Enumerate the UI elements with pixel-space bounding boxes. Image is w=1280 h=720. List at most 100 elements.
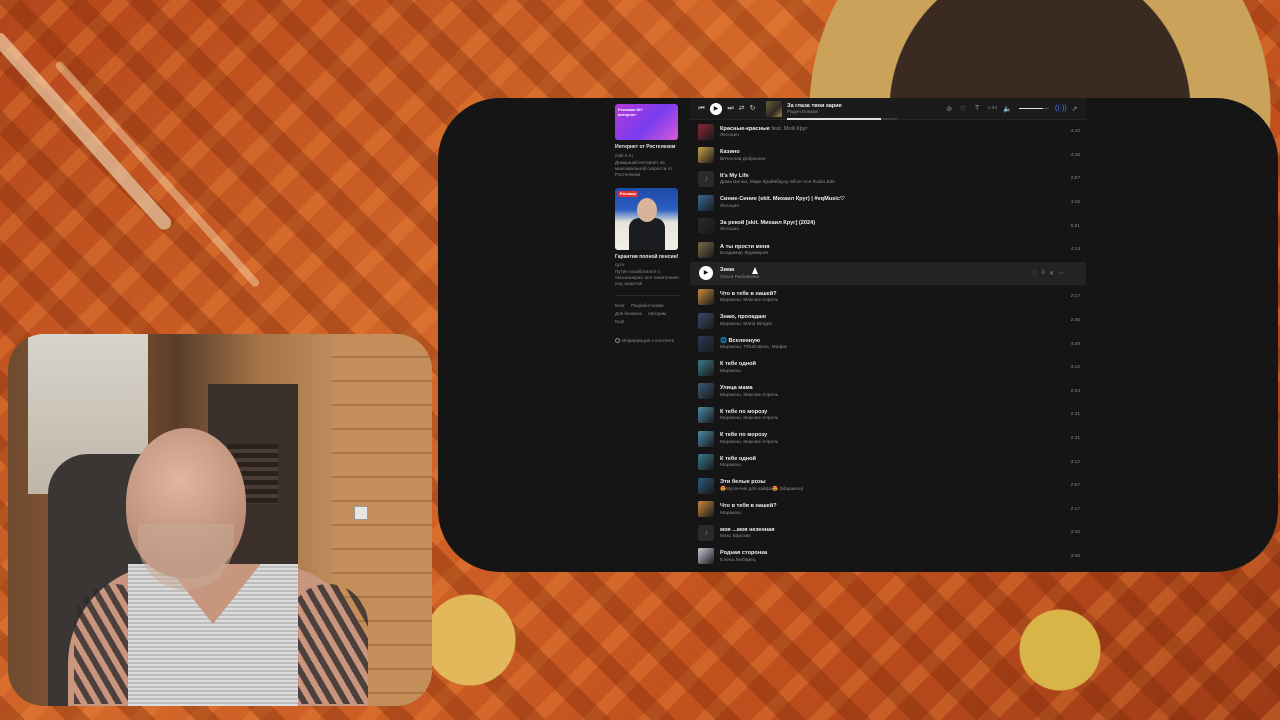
dislike-icon[interactable]: ✕ <box>1049 270 1054 277</box>
track-artist[interactable]: 😍Музончик для кайфа😍 (Маракеш) <box>720 487 1066 492</box>
track-artist[interactable]: Владимир Ждамиров <box>720 251 1066 256</box>
ad-image[interactable]: Реклама·18+ интернет <box>615 104 678 140</box>
now-playing-cover[interactable] <box>766 100 782 117</box>
track-title[interactable]: А ты прости меня <box>720 244 1066 250</box>
track-artist[interactable]: Лесоцин <box>720 227 1066 232</box>
track-row[interactable]: К тебе по морозу Маракеш, Максим Апрель 2:… <box>690 427 1086 451</box>
track-title[interactable]: К тебе одной <box>720 361 1066 367</box>
track-row[interactable]: ♪ моя ...моя незенная Макс Барских 3:42 <box>690 521 1086 545</box>
track-cover[interactable] <box>698 454 714 471</box>
track-title[interactable]: Что в тебе в нашей? <box>720 291 1066 297</box>
dislike-icon[interactable]: ⊘ <box>944 105 955 113</box>
more-icon[interactable]: ⋯ <box>1058 270 1064 277</box>
track-artist[interactable]: Дима Билан, Марк Крайвбауэр Silver Ace R… <box>720 180 1066 185</box>
track-row[interactable]: За рекой [skit. Михаил Круг] (2024) Лесоц… <box>690 214 1086 238</box>
track-cover[interactable] <box>698 501 714 518</box>
track-artist[interactable]: Маракеш, Максим Апрель <box>720 440 1066 445</box>
track-title[interactable]: Родная сторонка <box>720 550 1066 556</box>
now-playing-artist[interactable]: Раден Вовков <box>787 110 907 115</box>
track-row[interactable]: Эти белые розы 😍Музончик для кайфа😍 (Мара… <box>690 474 1086 498</box>
track-artist[interactable]: Маракеш, Maria Bergen <box>720 322 1066 327</box>
track-row[interactable]: ♪ It's My Life Дима Билан, Марк Крайвбауэр… <box>690 167 1086 191</box>
shuffle-icon[interactable]: ⇄ <box>736 98 747 120</box>
footer-link-blog[interactable]: Блог <box>615 302 625 310</box>
track-artist[interactable]: Маракеш, TRUEзвень, Мафик <box>720 345 1066 350</box>
track-cover[interactable] <box>698 336 714 353</box>
track-title[interactable]: Зима <box>720 267 1032 273</box>
track-row[interactable]: Синие-Синие (skit. Михаил Круг) | #vqMus… <box>690 191 1086 215</box>
track-row[interactable]: Что в тебе в нашей? Маракеш, Максим Апрел… <box>690 285 1086 309</box>
track-artist[interactable]: Елена Любарец <box>720 558 1066 563</box>
track-row[interactable]: Знаю, пропадаю Маракеш, Maria Bergen 2:45 <box>690 309 1086 333</box>
like-icon[interactable]: ♡ <box>958 105 969 113</box>
track-title[interactable]: Синие-Синие (skit. Михаил Круг) | #vqMus… <box>720 196 1066 202</box>
track-cover-placeholder[interactable]: ♪ <box>698 524 714 541</box>
lyrics-icon[interactable]: T <box>972 105 983 112</box>
track-cover-placeholder[interactable]: ♪ <box>698 170 714 187</box>
track-artist[interactable]: Маракеш, Максим Апрель <box>720 298 1066 303</box>
track-artist[interactable]: Макс Барских <box>720 534 1066 539</box>
track-artist[interactable]: Маракеш <box>720 369 1066 374</box>
footer-link-authors[interactable]: Авторам <box>648 310 666 318</box>
volume-icon[interactable]: 🔈 <box>1002 105 1013 113</box>
track-title[interactable]: Казино <box>720 149 1066 155</box>
track-title[interactable]: За рекой [skit. Михаил Круг] (2024) <box>720 220 1066 226</box>
track-title[interactable]: Красные-красные feat. Мой Круг <box>720 126 1066 132</box>
track-cover[interactable] <box>698 123 714 140</box>
track-artist[interactable]: Лесоцин <box>720 133 1066 138</box>
repeat-icon[interactable]: ↻ <box>747 98 758 120</box>
track-cover[interactable] <box>698 147 714 164</box>
volume-slider[interactable] <box>1019 107 1049 110</box>
ad-rostelecom[interactable]: Реклама·18+ интернет Интернет от Ростеле… <box>615 104 681 178</box>
ad-pension[interactable]: Реклама Гарантия полной пенсии! rg.ru Пу… <box>615 187 681 288</box>
track-artist[interactable]: Маракеш <box>720 463 1066 468</box>
track-cover[interactable] <box>698 359 714 376</box>
like-icon[interactable]: ♡ <box>1032 270 1037 277</box>
track-title[interactable]: Улица мама <box>720 385 1066 391</box>
track-row[interactable]: К тебе по морозу Маракеш, Максим Апрель 2:… <box>690 403 1086 427</box>
track-artist[interactable]: Маракеш, Максим Апрель <box>720 416 1066 421</box>
share-icon[interactable]: ↗ <box>1069 105 1080 113</box>
track-row[interactable]: ▶ Зима Ольга Рыбникова ♡ ≡ ✕ ⋯ <box>690 261 1086 286</box>
track-title[interactable]: К тебе по морозу <box>720 432 1066 438</box>
track-cover[interactable] <box>698 406 714 423</box>
track-artist[interactable]: Вячеслав Добрынин <box>720 157 1066 162</box>
track-cover[interactable] <box>698 194 714 211</box>
track-row[interactable]: К тебе одной Маракеш 3:12 <box>690 450 1086 474</box>
track-row[interactable]: А ты прости меня Владимир Ждамиров 4:14 <box>690 238 1086 262</box>
ad-domain[interactable]: msk.rt.ru <box>615 153 681 158</box>
track-row[interactable]: 🌐 Вселенную Маракеш, TRUEзвень, Мафик 4:48 <box>690 332 1086 356</box>
track-row[interactable]: Казино Вячеслав Добрынин 4:16 <box>690 144 1086 168</box>
track-cover[interactable] <box>698 288 714 305</box>
track-title[interactable]: Эти белые розы <box>720 479 1066 485</box>
ad-title[interactable]: Гарантия полной пенсии! <box>615 254 681 261</box>
track-row[interactable]: Красные-красные feat. Мой Круг Лесоцин 4:1… <box>690 120 1086 144</box>
track-row[interactable]: Что в тебя в нашей? Маракеш 2:17 <box>690 498 1086 522</box>
track-cover[interactable] <box>698 383 714 400</box>
track-cover[interactable] <box>698 241 714 258</box>
play-icon[interactable]: ▶ <box>699 266 713 281</box>
track-title[interactable]: моя ...моя незенная <box>720 527 1066 533</box>
track-artist[interactable]: Ольга Рыбникова <box>720 275 1032 280</box>
track-cover[interactable] <box>698 218 714 235</box>
track-title[interactable]: 🌐 Вселенную <box>720 338 1066 344</box>
prev-icon[interactable]: ⏮ <box>696 98 707 120</box>
footer-link-business[interactable]: Для бизнеса <box>615 310 642 318</box>
broadcast-icon[interactable]: ((·)) <box>1055 105 1067 112</box>
ad-image[interactable]: Реклама <box>615 187 678 250</box>
track-artist[interactable]: Лесоцин <box>720 204 1066 209</box>
track-row[interactable]: Родная сторонка Елена Любарец 3:40 <box>690 545 1086 569</box>
track-row[interactable]: К тебе одной Маракеш 3:12 <box>690 356 1086 380</box>
footer-link-more[interactable]: Ещё <box>615 318 624 326</box>
track-title[interactable]: К тебе по морозу <box>720 409 1066 415</box>
track-title[interactable]: К тебе одной <box>720 456 1066 462</box>
track-artist[interactable]: Маракеш, Максим Апрель <box>720 393 1066 398</box>
next-icon[interactable]: ⏭ <box>725 98 736 120</box>
now-playing-title[interactable]: За глаза твои карие <box>787 103 907 109</box>
add-to-playlist-icon[interactable]: ≡ <box>1041 270 1045 277</box>
track-title[interactable]: It's My Life <box>720 173 1066 179</box>
content-info-link[interactable]: Информация о контенте <box>615 338 681 343</box>
track-row[interactable]: Улица мама Маракеш, Максим Апрель 2:23 <box>690 380 1086 404</box>
track-title[interactable]: Что в тебя в нашей? <box>720 503 1066 509</box>
track-cover[interactable] <box>698 312 714 329</box>
